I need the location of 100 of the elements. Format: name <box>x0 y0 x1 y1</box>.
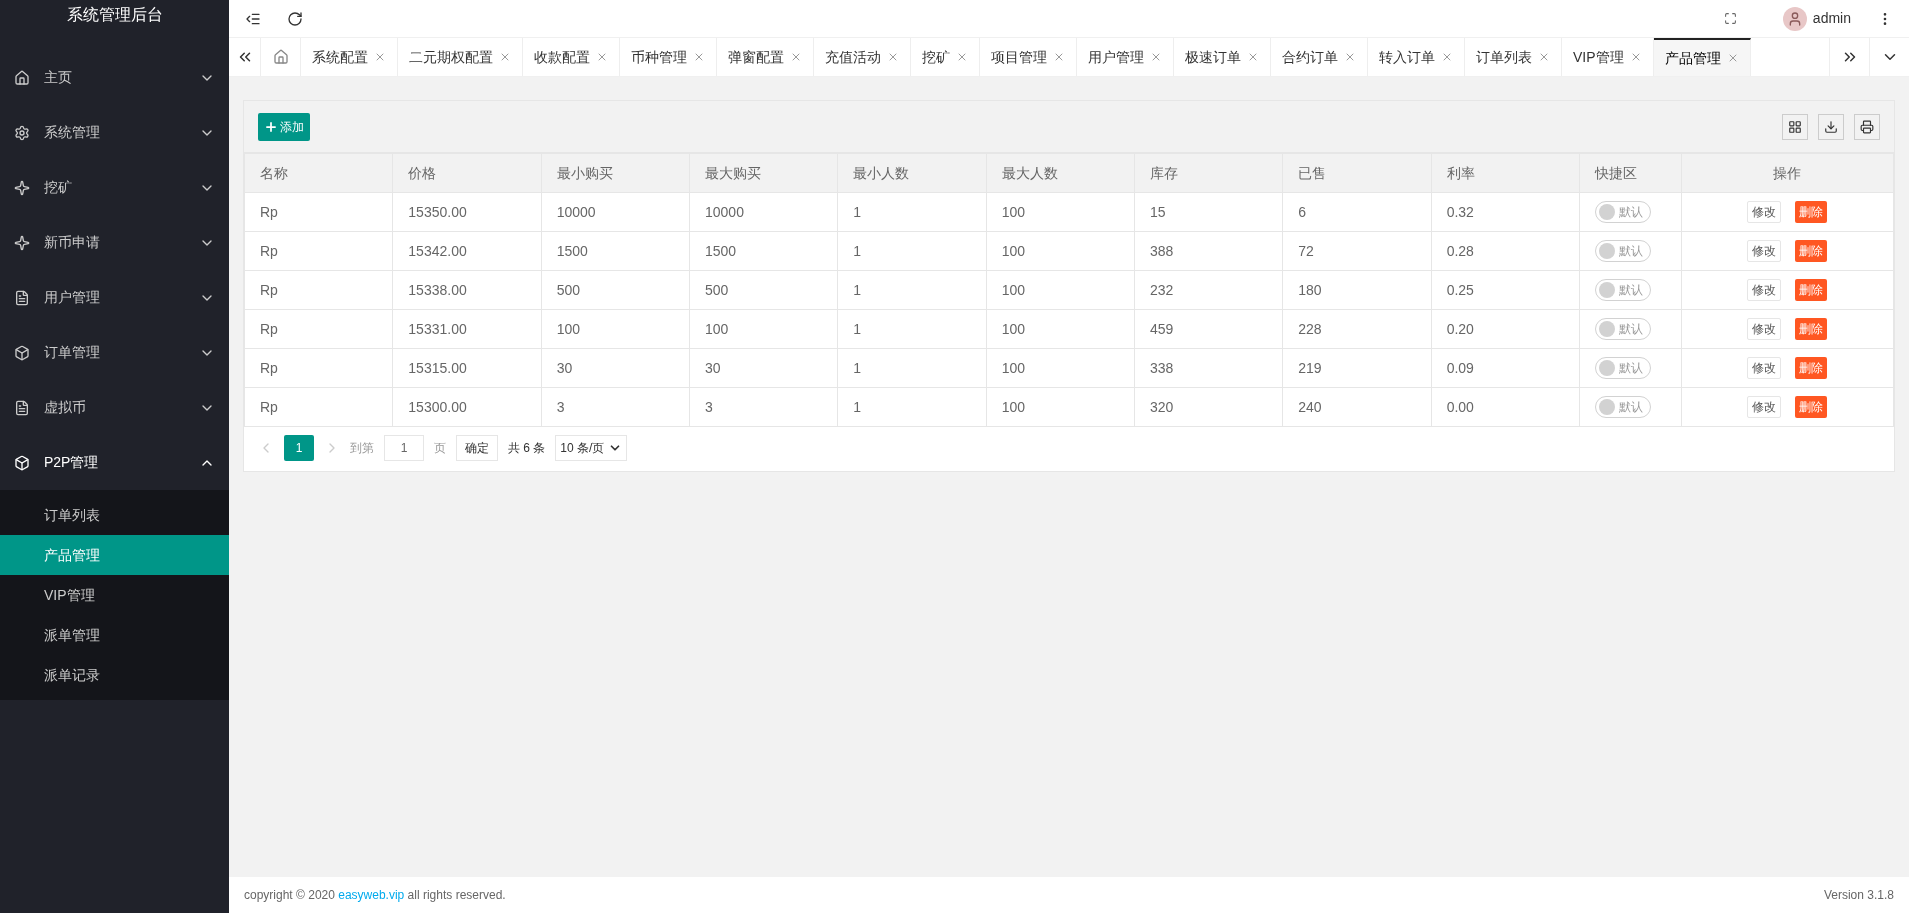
table-cell: 100 <box>986 348 1135 388</box>
table-cell: 0.09 <box>1431 348 1580 388</box>
edit-button[interactable]: 修改 <box>1747 396 1782 418</box>
edit-button[interactable]: 修改 <box>1747 201 1782 223</box>
page-tab[interactable]: 币种管理 <box>620 38 717 76</box>
page-tab[interactable]: 二元期权配置 <box>398 38 523 76</box>
print-icon[interactable] <box>1854 113 1880 140</box>
fullscreen-icon[interactable] <box>1723 12 1737 25</box>
table-cell: 15300.00 <box>392 387 542 427</box>
page-tab[interactable]: 转入订单 <box>1368 38 1465 76</box>
table-cell: 1 <box>837 387 987 427</box>
table-cell: 3 <box>541 387 690 427</box>
submenu-item[interactable]: 产品管理 <box>0 535 229 575</box>
table-cell: Rp <box>244 309 393 349</box>
copyright-text: copyright © 2020 easyweb.vip all rights reserved. <box>244 887 506 904</box>
submenu-item[interactable]: VIP管理 <box>0 575 229 615</box>
edit-button[interactable]: 修改 <box>1747 357 1782 379</box>
table-cell: 0.20 <box>1431 309 1580 349</box>
close-icon[interactable] <box>1344 51 1356 63</box>
avatar-icon[interactable] <box>1782 6 1807 31</box>
page-tab[interactable]: 弹窗配置 <box>717 38 814 76</box>
user-name[interactable]: admin <box>1812 8 1851 29</box>
column-header: 操作 <box>1681 153 1894 193</box>
close-icon[interactable] <box>1150 51 1162 63</box>
table-cell: 0.25 <box>1431 270 1580 310</box>
close-icon[interactable] <box>956 51 968 63</box>
column-header: 名称 <box>244 153 393 193</box>
confirm-button[interactable]: 确定 <box>456 435 498 461</box>
edit-button[interactable]: 修改 <box>1747 279 1782 301</box>
column-header: 最小人数 <box>837 153 987 193</box>
close-icon[interactable] <box>1053 51 1065 63</box>
columns-icon[interactable] <box>1782 113 1808 140</box>
sidebar-item[interactable]: 系统管理 <box>0 105 229 160</box>
submenu-item[interactable]: 派单管理 <box>0 615 229 655</box>
page-size-select[interactable]: 10 条/页 <box>555 435 628 461</box>
edit-button[interactable]: 修改 <box>1747 240 1782 262</box>
table-cell: 100 <box>986 270 1135 310</box>
sidebar-item[interactable]: 用户管理 <box>0 270 229 325</box>
table-cell: 100 <box>986 309 1135 349</box>
table-cell: 72 <box>1282 231 1432 271</box>
refresh-icon[interactable] <box>287 10 303 27</box>
page-tab[interactable]: 订单列表 <box>1465 38 1562 76</box>
table-cell: Rp <box>244 231 393 271</box>
table-cell: 1 <box>837 231 987 271</box>
sidebar-item[interactable]: 主页 <box>0 50 229 105</box>
table-cell: 10000 <box>689 192 838 232</box>
page-tab[interactable]: 项目管理 <box>980 38 1077 76</box>
table-cell: 1 <box>837 270 987 310</box>
page-input[interactable]: 1 <box>384 435 424 461</box>
table-cell: 10000 <box>541 192 690 232</box>
column-header: 最大购买 <box>689 153 838 193</box>
page-tab[interactable]: VIP管理 <box>1562 38 1654 76</box>
sidebar-item[interactable]: 挖矿 <box>0 160 229 215</box>
page-tab[interactable]: 充值活动 <box>814 38 911 76</box>
column-header: 最大人数 <box>986 153 1135 193</box>
close-icon[interactable] <box>596 51 608 63</box>
close-icon[interactable] <box>790 51 802 63</box>
page-tab[interactable]: 极速订单 <box>1174 38 1271 76</box>
table-cell: 15338.00 <box>392 270 542 310</box>
sidebar-item[interactable]: 订单管理 <box>0 325 229 380</box>
page-button[interactable]: 1 <box>284 435 314 461</box>
sidebar-title: 系统管理后台 <box>65 5 164 25</box>
sparkle-icon <box>14 234 30 251</box>
close-icon[interactable] <box>887 51 899 63</box>
column-header: 最小购买 <box>541 153 690 193</box>
page-tab[interactable]: 收款配置 <box>523 38 620 76</box>
column-header: 价格 <box>392 153 542 193</box>
table-cell: 500 <box>689 270 838 310</box>
table-cell: 15315.00 <box>392 348 542 388</box>
table-cell: 1500 <box>541 231 690 271</box>
edit-button[interactable]: 修改 <box>1747 318 1782 340</box>
table-cell: 232 <box>1134 270 1283 310</box>
sidebar-item[interactable]: 新币申请 <box>0 215 229 270</box>
page-tab[interactable]: 产品管理 <box>1653 38 1751 76</box>
close-icon[interactable] <box>499 51 511 63</box>
page-tab[interactable]: 用户管理 <box>1077 38 1174 76</box>
page-tab[interactable]: 合约订单 <box>1271 38 1368 76</box>
page-tab[interactable]: 挖矿 <box>911 38 980 76</box>
table-cell: 240 <box>1282 387 1432 427</box>
close-icon[interactable] <box>374 51 386 63</box>
submenu-item[interactable]: 订单列表 <box>0 495 229 535</box>
table-cell: 228 <box>1282 309 1432 349</box>
close-icon[interactable] <box>693 51 705 63</box>
submenu-item[interactable]: 派单记录 <box>0 655 229 695</box>
close-icon[interactable] <box>1441 51 1453 63</box>
export-icon[interactable] <box>1818 113 1844 140</box>
add-button[interactable]: 添加 <box>258 112 310 141</box>
sidebar-item[interactable]: 虚拟币 <box>0 380 229 435</box>
page-tab[interactable]: 系统配置 <box>301 38 398 76</box>
table-cell: Rp <box>244 348 393 388</box>
column-header: 已售 <box>1282 153 1432 193</box>
sidebar-item[interactable]: P2P管理 <box>0 435 229 490</box>
column-header: 利率 <box>1431 153 1580 193</box>
table-cell: 1 <box>837 348 987 388</box>
table-cell: 100 <box>689 309 838 349</box>
goto-label: 到第 <box>350 440 374 457</box>
close-icon[interactable] <box>1538 51 1550 63</box>
version-text: Version 3.1.8 <box>1823 887 1894 904</box>
table-cell: 388 <box>1134 231 1283 271</box>
close-icon[interactable] <box>1247 51 1259 63</box>
